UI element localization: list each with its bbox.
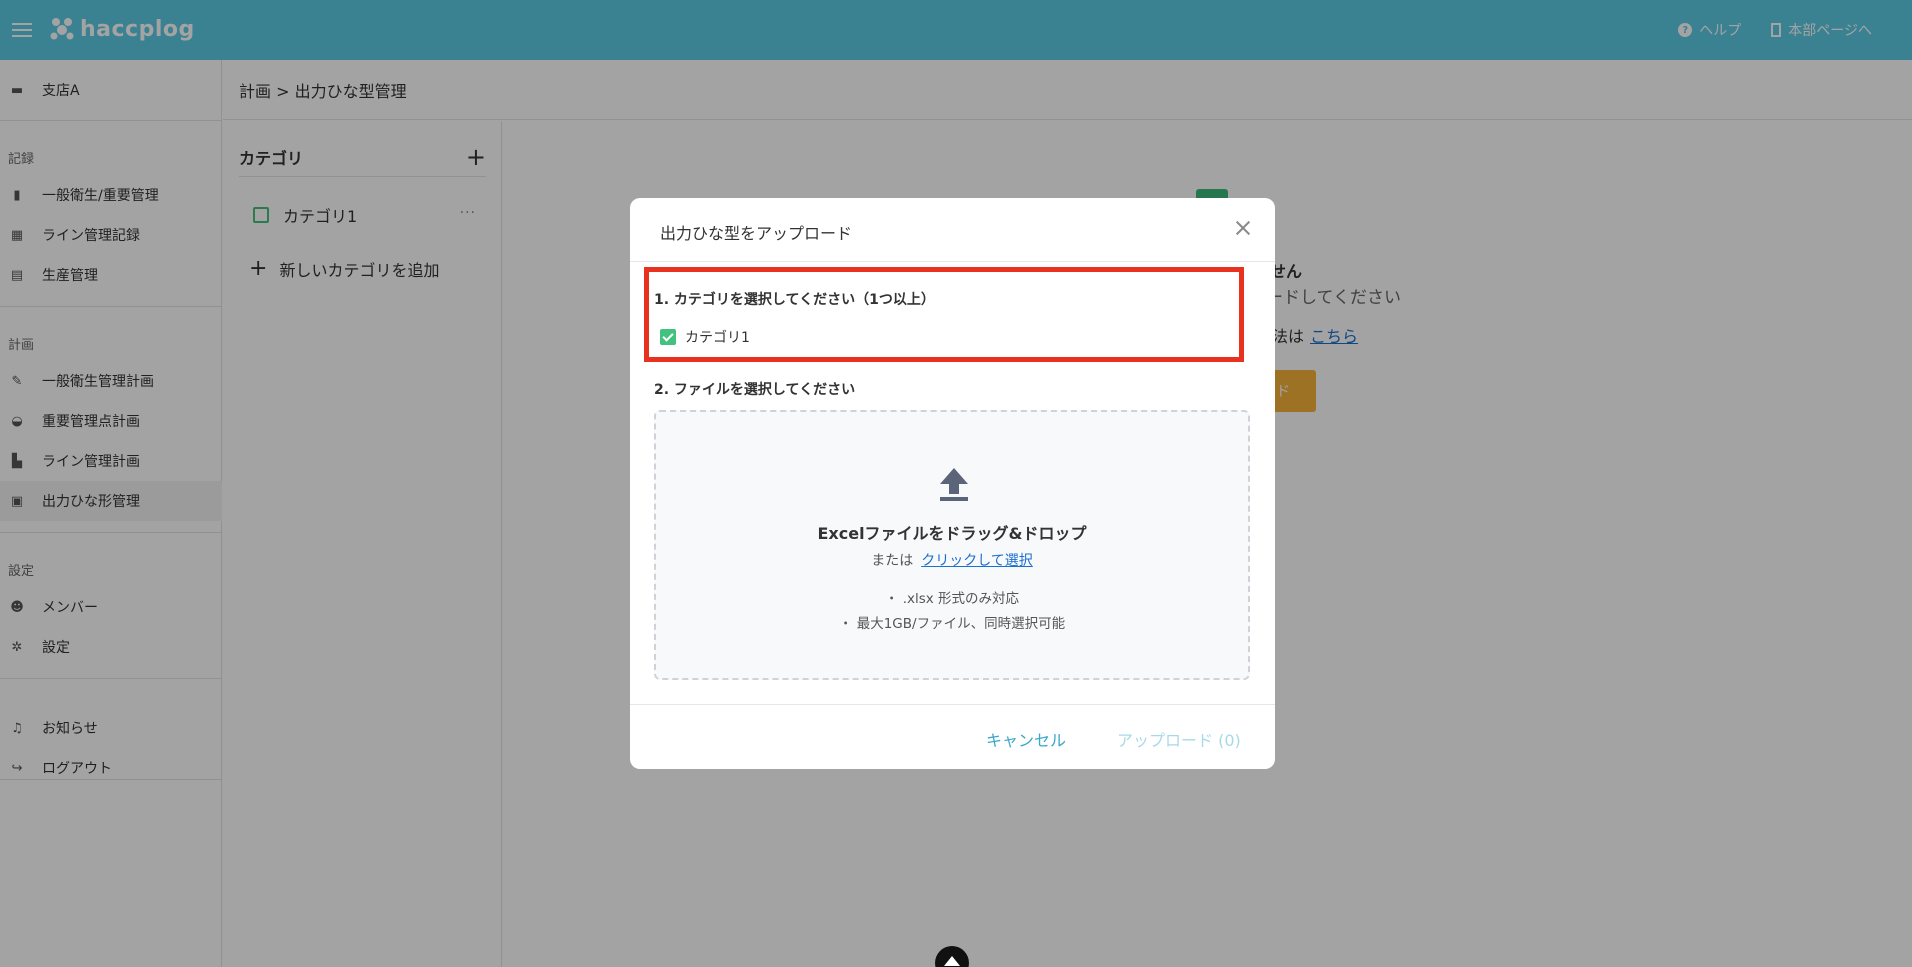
dropzone-or: または クリックして選択 xyxy=(656,550,1248,570)
step1-label: 1. カテゴリを選択してください（1つ以上） xyxy=(654,292,935,308)
upload-icon xyxy=(940,468,968,501)
click-to-select-link[interactable]: クリックして選択 xyxy=(921,553,1033,569)
file-dropzone[interactable]: Excelファイルをドラッグ&ドロップ または クリックして選択 ・ .xlsx … xyxy=(654,410,1250,680)
modal-title: 出力ひな型をアップロード xyxy=(660,224,853,243)
upload-button[interactable]: アップロード (0) xyxy=(1117,727,1241,751)
category-option-label: カテゴリ1 xyxy=(685,330,750,346)
or-text: または xyxy=(871,553,914,569)
modal-header: 出力ひな型をアップロード xyxy=(630,198,1275,262)
step2-label: 2. ファイルを選択してください xyxy=(654,382,856,398)
modal-footer-divider xyxy=(630,704,1275,705)
size-note: ・ 最大1GB/ファイル、同時選択可能 xyxy=(838,616,1066,632)
upload-template-modal: 出力ひな型をアップロード 1. カテゴリを選択してください（1つ以上） カテゴリ… xyxy=(630,198,1275,769)
checkbox-checked[interactable] xyxy=(660,329,676,345)
dropzone-title: Excelファイルをドラッグ&ドロップ xyxy=(817,524,1087,543)
close-icon[interactable] xyxy=(1231,216,1255,240)
category-option[interactable]: カテゴリ1 xyxy=(660,327,750,347)
cancel-button[interactable]: キャンセル xyxy=(986,727,1066,751)
format-note: ・ .xlsx 形式のみ対応 xyxy=(884,591,1020,607)
highlight-box xyxy=(644,267,1244,362)
